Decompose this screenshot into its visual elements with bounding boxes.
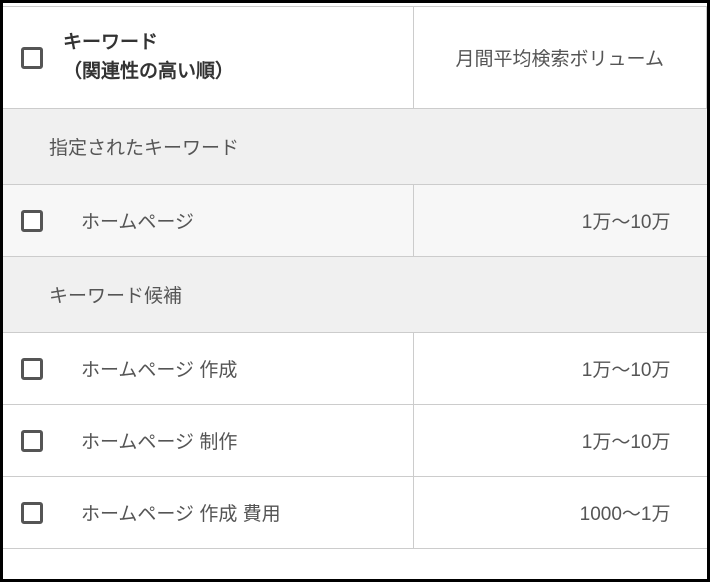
volume-text: 1万～10万 (432, 207, 689, 234)
row-checkbox[interactable] (21, 430, 43, 452)
keyword-text: ホームページ 作成 (81, 355, 237, 382)
section-specified-label: 指定されたキーワード (49, 138, 239, 159)
table-row[interactable]: ホームページ 1万～10万 (3, 185, 707, 257)
keyword-text: ホームページ 作成 費用 (81, 499, 281, 526)
header-volume-label: 月間平均検索ボリューム (456, 49, 664, 70)
header-keyword-cell: キーワード （関連性の高い順） (3, 7, 413, 109)
scroll-area: キーワード （関連性の高い順） 月間平均検索ボリューム 指定されたキーワード (3, 6, 707, 576)
keyword-planner-table: キーワード （関連性の高い順） 月間平均検索ボリューム 指定されたキーワード (0, 0, 710, 582)
section-candidates-label: キーワード候補 (49, 286, 182, 307)
row-checkbox[interactable] (21, 358, 43, 380)
keyword-text: ホームページ 制作 (81, 427, 237, 454)
table-row[interactable]: ホームページ 作成 費用 1000～1万 (3, 477, 707, 549)
table-row[interactable]: ホームページ 制作 1万～10万 (3, 405, 707, 477)
select-all-checkbox[interactable] (21, 47, 43, 69)
section-specified-keywords: 指定されたキーワード (3, 109, 707, 185)
keyword-text: ホームページ (81, 207, 194, 234)
table-row[interactable]: ホームページ 作成 1万～10万 (3, 333, 707, 405)
table-header-row: キーワード （関連性の高い順） 月間平均検索ボリューム (3, 7, 707, 109)
keyword-table: キーワード （関連性の高い順） 月間平均検索ボリューム 指定されたキーワード (3, 6, 707, 549)
volume-text: 1万～10万 (432, 355, 689, 382)
header-keyword-label: キーワード （関連性の高い順） (63, 29, 234, 86)
header-volume-cell: 月間平均検索ボリューム (413, 7, 707, 109)
row-checkbox[interactable] (21, 502, 43, 524)
volume-text: 1万～10万 (432, 427, 689, 454)
volume-text: 1000～1万 (432, 499, 689, 526)
section-candidate-keywords: キーワード候補 (3, 257, 707, 333)
row-checkbox[interactable] (21, 210, 43, 232)
